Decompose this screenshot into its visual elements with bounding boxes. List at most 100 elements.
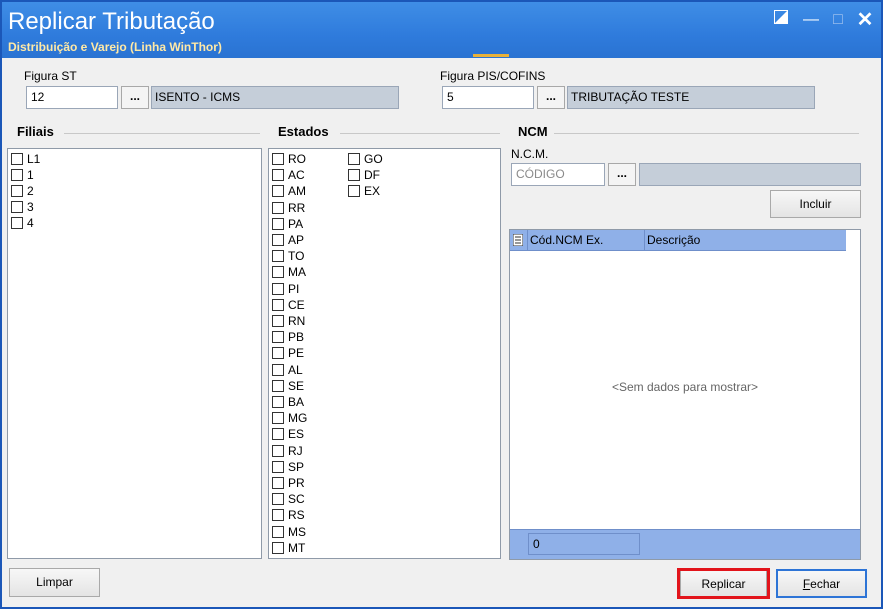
close-icon[interactable]: ✕: [855, 10, 875, 30]
estado-item[interactable]: AL: [272, 362, 303, 378]
column-header-descricao[interactable]: Descrição: [644, 230, 846, 251]
estado-item[interactable]: TO: [272, 248, 304, 264]
checkbox[interactable]: [272, 282, 284, 295]
estado-item[interactable]: PE: [272, 345, 304, 361]
estado-item[interactable]: SE: [272, 378, 304, 394]
figura-pis-description: TRIBUTAÇÃO TESTE: [567, 86, 815, 109]
ncm-search-button[interactable]: ...: [608, 163, 636, 186]
filiais-list[interactable]: L1 1 2 3 4: [7, 148, 262, 559]
checkbox[interactable]: [272, 396, 284, 408]
estado-item[interactable]: MA: [272, 264, 306, 280]
column-chooser-icon[interactable]: [512, 230, 525, 251]
replicar-tributacao-window: Replicar Tributação Distribuição e Varej…: [0, 0, 883, 609]
estado-label: MA: [288, 265, 306, 280]
checkbox[interactable]: [348, 153, 360, 165]
estado-item[interactable]: PB: [272, 329, 304, 345]
include-button[interactable]: Incluir: [770, 190, 861, 218]
estado-label: EX: [364, 184, 381, 199]
minimize-icon[interactable]: ―: [801, 10, 821, 30]
checkbox[interactable]: [272, 477, 284, 489]
estado-item[interactable]: PR: [272, 475, 305, 491]
checkbox[interactable]: [348, 169, 360, 182]
estado-item[interactable]: MT: [272, 540, 305, 556]
estado-item[interactable]: GO: [348, 151, 383, 167]
estado-item[interactable]: RR: [272, 200, 305, 216]
estado-item[interactable]: EX: [348, 183, 380, 199]
checkbox[interactable]: [272, 201, 284, 214]
estado-item[interactable]: BA: [272, 394, 304, 410]
figura-st-code-input[interactable]: 12: [26, 86, 118, 109]
checkbox[interactable]: [272, 185, 284, 198]
filial-item[interactable]: 4: [11, 215, 34, 231]
filial-item[interactable]: 3: [11, 199, 34, 215]
ncm-field-label: N.C.M.: [511, 147, 549, 161]
estado-item[interactable]: PI: [272, 281, 299, 297]
checkbox[interactable]: [11, 153, 23, 165]
checkbox[interactable]: [272, 266, 284, 279]
checkbox[interactable]: [272, 493, 284, 506]
estado-label: RO: [288, 152, 306, 166]
checkbox[interactable]: [272, 250, 284, 263]
estado-item[interactable]: ES: [272, 426, 304, 442]
checkbox[interactable]: [272, 525, 284, 538]
title-bar[interactable]: Replicar Tributação Distribuição e Varej…: [2, 2, 881, 58]
estado-item[interactable]: SC: [272, 491, 305, 507]
estado-item[interactable]: SP: [272, 459, 304, 475]
checkbox[interactable]: [11, 185, 23, 197]
checkbox[interactable]: [272, 379, 284, 392]
estado-item[interactable]: RJ: [272, 443, 303, 459]
estado-item[interactable]: RN: [272, 313, 305, 329]
figura-pis-code-input[interactable]: 5: [442, 86, 534, 109]
checkbox[interactable]: [11, 169, 23, 181]
estado-item[interactable]: AM: [272, 183, 306, 199]
checkbox[interactable]: [272, 460, 284, 473]
empty-grid-message: <Sem dados para mostrar>: [611, 380, 759, 394]
filial-item[interactable]: 1: [11, 167, 34, 183]
checkbox[interactable]: [272, 315, 284, 327]
ncm-code-input[interactable]: CÓDIGO: [511, 163, 605, 186]
checkbox[interactable]: [272, 509, 284, 522]
filial-item[interactable]: 2: [11, 183, 34, 199]
checkbox[interactable]: [272, 234, 284, 246]
estado-item[interactable]: MG: [272, 410, 307, 426]
checkbox[interactable]: [272, 298, 284, 311]
replicate-highlight: [677, 568, 770, 599]
window-title: Replicar Tributação: [8, 8, 215, 35]
checkbox[interactable]: [272, 217, 284, 230]
figura-st-search-button[interactable]: ...: [121, 86, 149, 109]
checkbox[interactable]: [11, 201, 23, 213]
checkbox[interactable]: [272, 169, 284, 182]
checkbox[interactable]: [272, 363, 284, 376]
estado-item[interactable]: AC: [272, 167, 305, 183]
checkbox[interactable]: [272, 331, 284, 344]
estado-item[interactable]: PA: [272, 216, 303, 232]
checkbox[interactable]: [272, 153, 284, 165]
estado-label: AM: [288, 184, 306, 199]
estado-label: MG: [288, 411, 308, 426]
checkbox[interactable]: [272, 541, 284, 554]
ncm-title: NCM: [518, 124, 548, 139]
estados-list[interactable]: RO AC AM RR PA AP TO MA PI CE RN PB PE AL SE BA MG ES RJ SP…: [268, 148, 501, 559]
close-button[interactable]: Fechar: [776, 569, 867, 598]
estado-item[interactable]: AP: [272, 232, 304, 248]
checkbox[interactable]: [272, 428, 284, 441]
estado-item[interactable]: RS: [272, 507, 305, 523]
figura-pis-label: Figura PIS/COFINS: [440, 69, 546, 83]
checkbox[interactable]: [272, 444, 284, 457]
estado-label: AC: [288, 168, 305, 183]
checkbox[interactable]: [272, 347, 284, 360]
filial-item[interactable]: L1: [11, 151, 40, 167]
estado-item[interactable]: CE: [272, 297, 305, 313]
figura-pis-search-button[interactable]: ...: [537, 86, 565, 109]
estado-item[interactable]: RO: [272, 151, 306, 167]
column-header-ncm[interactable]: Cód.NCM Ex.: [527, 230, 644, 251]
clear-button[interactable]: Limpar: [9, 568, 100, 597]
theme-toggle-icon[interactable]: [771, 10, 791, 30]
ncm-grid[interactable]: Cód.NCM Ex. Descrição <Sem dados para mo…: [509, 229, 861, 560]
estado-item[interactable]: MS: [272, 524, 306, 540]
estado-item[interactable]: DF: [348, 167, 380, 183]
checkbox[interactable]: [272, 412, 284, 425]
maximize-icon[interactable]: □: [828, 10, 848, 30]
checkbox[interactable]: [348, 185, 360, 198]
checkbox[interactable]: [11, 217, 23, 229]
